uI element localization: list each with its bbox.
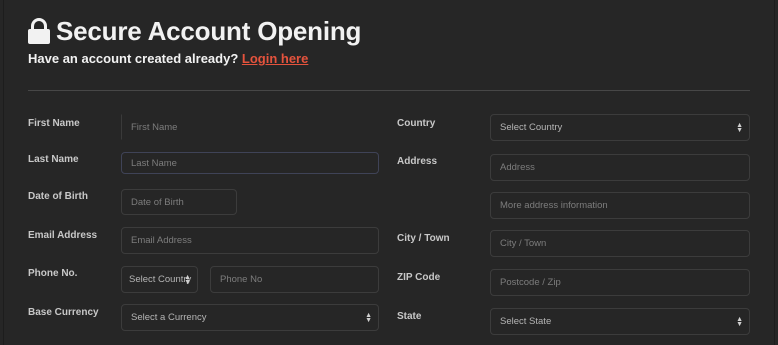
currency-value: Select a Currency [131, 312, 207, 323]
select-arrows-icon: ▲ ▼ [736, 315, 743, 328]
login-prompt-text: Have an account created already? [28, 51, 239, 66]
phone-country-select[interactable]: Select Country ▲ ▼ [121, 266, 198, 293]
zip-input[interactable]: Postcode / Zip [490, 269, 750, 296]
state-value: Select State [500, 316, 552, 327]
dob-placeholder: Date of Birth [131, 196, 184, 208]
address-label: Address [397, 156, 438, 167]
page-title-text: Secure Account Opening [56, 16, 362, 46]
email-placeholder: Email Address [131, 235, 192, 246]
phone-label: Phone No. [28, 268, 78, 279]
zip-label: ZIP Code [397, 272, 441, 283]
phone-input[interactable]: Phone No [210, 266, 379, 293]
city-label: City / Town [397, 233, 450, 244]
last-name-input[interactable]: Last Name [121, 152, 379, 174]
address-placeholder: Address [500, 162, 535, 173]
address-line2-input[interactable]: More address information [490, 192, 750, 219]
address-line2-placeholder: More address information [500, 200, 608, 211]
state-label: State [397, 311, 422, 322]
phone-placeholder: Phone No [220, 274, 263, 285]
email-input[interactable]: Email Address [121, 227, 379, 254]
lock-icon [28, 18, 50, 45]
currency-select[interactable]: Select a Currency ▲ ▼ [121, 304, 379, 331]
country-select[interactable]: Select Country ▲ ▼ [490, 114, 750, 141]
state-select[interactable]: Select State ▲ ▼ [490, 308, 750, 335]
address-input[interactable]: Address [490, 154, 750, 181]
first-name-placeholder: First Name [131, 121, 178, 133]
select-arrows-icon: ▲ ▼ [184, 273, 191, 286]
phone-country-value: Select Country [129, 274, 192, 285]
login-prompt: Have an account created already? Login h… [28, 51, 308, 66]
select-arrows-icon: ▲ ▼ [365, 311, 372, 324]
email-label: Email Address [28, 230, 98, 241]
country-label: Country [397, 118, 436, 129]
select-arrows-icon: ▲ ▼ [736, 121, 743, 134]
first-name-input[interactable]: First Name [121, 114, 379, 140]
zip-placeholder: Postcode / Zip [500, 277, 561, 288]
page-title: Secure Account Opening [28, 16, 361, 47]
first-name-label: First Name [28, 118, 80, 129]
city-input[interactable]: City / Town [490, 230, 750, 257]
city-placeholder: City / Town [500, 238, 547, 249]
last-name-placeholder: Last Name [131, 157, 177, 169]
dob-input[interactable]: Date of Birth [121, 189, 237, 215]
currency-label: Base Currency [28, 307, 99, 318]
dob-label: Date of Birth [28, 191, 88, 202]
last-name-label: Last Name [28, 154, 79, 165]
login-link[interactable]: Login here [242, 51, 308, 66]
country-value: Select Country [500, 122, 563, 133]
divider [28, 90, 750, 91]
